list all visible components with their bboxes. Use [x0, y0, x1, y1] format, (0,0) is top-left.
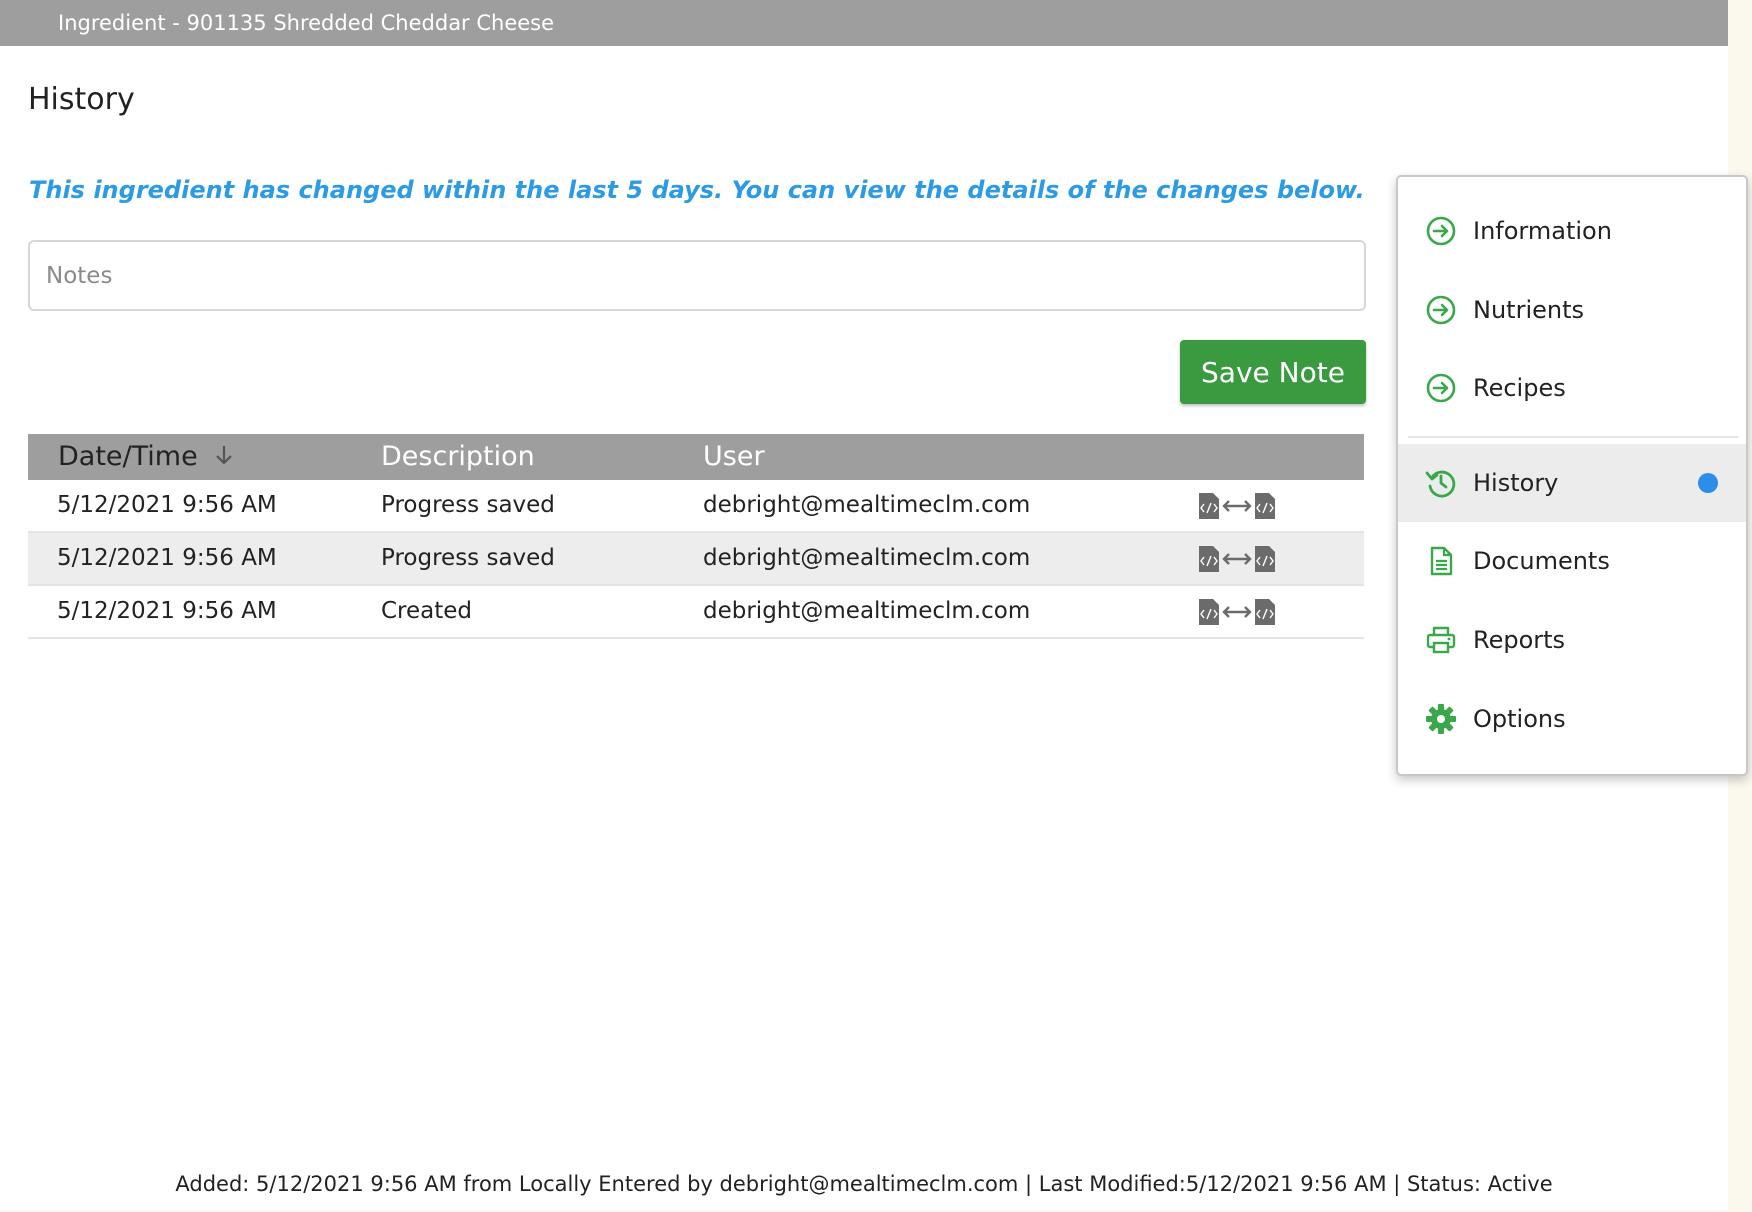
row-date: 5/12/2021 9:56 AM [57, 492, 277, 518]
history-icon [1425, 470, 1456, 498]
menu-item-nutrients[interactable]: Nutrients [1398, 271, 1746, 349]
window-title: Ingredient - 901135 Shredded Cheddar Che… [0, 0, 1728, 46]
menu-item-label: Options [1473, 705, 1566, 733]
row-user: debright@mealtimeclm.com [703, 598, 1031, 624]
save-note-button[interactable]: Save Note [1180, 340, 1366, 404]
menu-item-recipes[interactable]: Recipes [1398, 349, 1746, 427]
compare-versions-icon[interactable] [1198, 492, 1278, 520]
table-row: 5/12/2021 9:56 AM Progress saved debrigh… [28, 480, 1364, 533]
column-header-description[interactable]: Description [381, 434, 535, 480]
page-title: History [28, 82, 135, 117]
row-date: 5/12/2021 9:56 AM [57, 598, 277, 624]
menu-item-history[interactable]: History [1398, 444, 1746, 522]
menu-item-reports[interactable]: Reports [1398, 601, 1746, 679]
menu-item-label: Information [1473, 217, 1612, 245]
row-description: Progress saved [381, 545, 555, 571]
document-icon [1430, 546, 1453, 576]
side-menu: Information Nutrients Recipes History Do… [1396, 175, 1748, 776]
menu-item-documents[interactable]: Documents [1398, 522, 1746, 600]
row-user: debright@mealtimeclm.com [703, 545, 1031, 571]
table-header: Date/Time Description User [28, 434, 1364, 480]
change-notice: This ingredient has changed within the l… [29, 176, 1365, 204]
compare-versions-icon[interactable] [1198, 545, 1278, 573]
history-table: Date/Time Description User 5/12/2021 9:5… [28, 434, 1364, 639]
table-row: 5/12/2021 9:56 AM Progress saved debrigh… [28, 533, 1364, 586]
menu-item-label: Recipes [1473, 374, 1566, 402]
column-header-user[interactable]: User [703, 434, 765, 480]
row-description: Progress saved [381, 492, 555, 518]
menu-item-label: Documents [1473, 547, 1610, 575]
arrow-circle-right-icon [1426, 216, 1456, 246]
column-header-date[interactable]: Date/Time [58, 434, 236, 480]
active-indicator-dot [1698, 473, 1718, 493]
record-status-footer: Added: 5/12/2021 9:56 AM from Locally En… [175, 1172, 1553, 1196]
row-user: debright@mealtimeclm.com [703, 492, 1031, 518]
compare-versions-icon[interactable] [1198, 598, 1278, 626]
menu-item-information[interactable]: Information [1398, 192, 1746, 270]
table-row: 5/12/2021 9:56 AM Created debright@mealt… [28, 586, 1364, 639]
gear-icon [1426, 704, 1456, 734]
menu-item-label: History [1473, 469, 1559, 497]
column-header-date-label: Date/Time [58, 441, 198, 472]
menu-item-options[interactable]: Options [1398, 680, 1746, 758]
notes-input[interactable] [28, 240, 1366, 311]
menu-divider [1408, 436, 1738, 438]
sort-descending-icon[interactable] [212, 443, 236, 467]
menu-item-label: Nutrients [1473, 296, 1584, 324]
menu-item-label: Reports [1473, 626, 1566, 654]
row-date: 5/12/2021 9:56 AM [57, 545, 277, 571]
arrow-circle-right-icon [1426, 373, 1456, 403]
row-description: Created [381, 598, 473, 624]
arrow-circle-right-icon [1426, 295, 1456, 325]
printer-icon [1426, 626, 1456, 654]
